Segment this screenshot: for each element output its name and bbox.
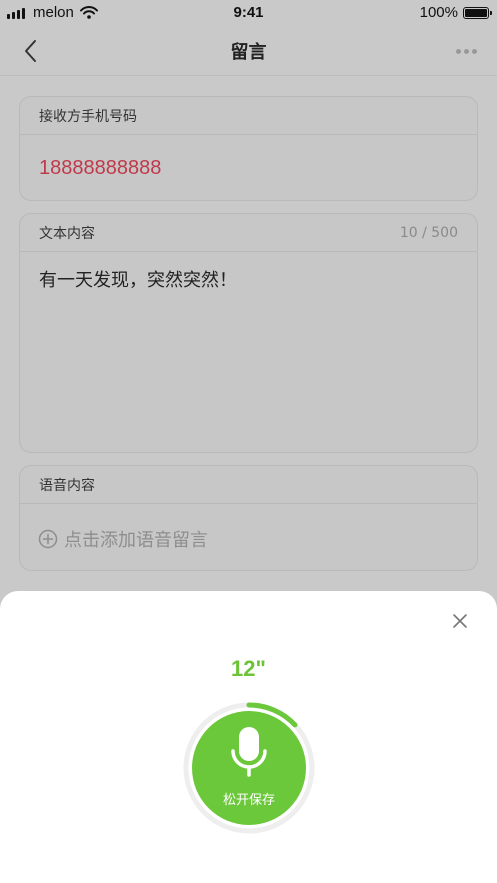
add-voice-button[interactable]: 点击添加语音留言 [20,504,477,570]
status-bar: melon 9:41 100% [0,0,497,26]
phone-number-field[interactable]: 18888888888 [20,135,477,200]
page-title: 留言 [230,42,267,63]
add-voice-label: 点击添加语音留言 [64,530,208,551]
close-icon[interactable] [450,611,470,631]
text-label: 文本内容 [39,225,95,242]
microphone-icon [231,727,267,777]
record-timer: 12" [231,656,266,681]
record-sheet: 12" 松开保存 [0,591,497,883]
record-button-label: 松开保存 [222,793,275,808]
more-dots-icon[interactable] [453,38,477,64]
char-counter: 10 / 500 [399,224,458,241]
battery-icon [463,6,492,19]
text-card: 文本内容 10 / 500 有一天发现，突然突然！ [19,213,478,453]
record-button[interactable]: 松开保存 [192,711,306,825]
message-textarea[interactable]: 有一天发现，突然突然！ [20,252,477,306]
plus-circle-icon [38,529,58,549]
phone-card: 接收方手机号码 18888888888 [19,96,478,201]
voice-label: 语音内容 [39,477,95,494]
battery-percent: 100% [419,4,458,21]
phone-label: 接收方手机号码 [39,108,137,125]
nav-bar: 留言 [0,26,497,76]
voice-card: 语音内容 点击添加语音留言 [19,465,478,571]
